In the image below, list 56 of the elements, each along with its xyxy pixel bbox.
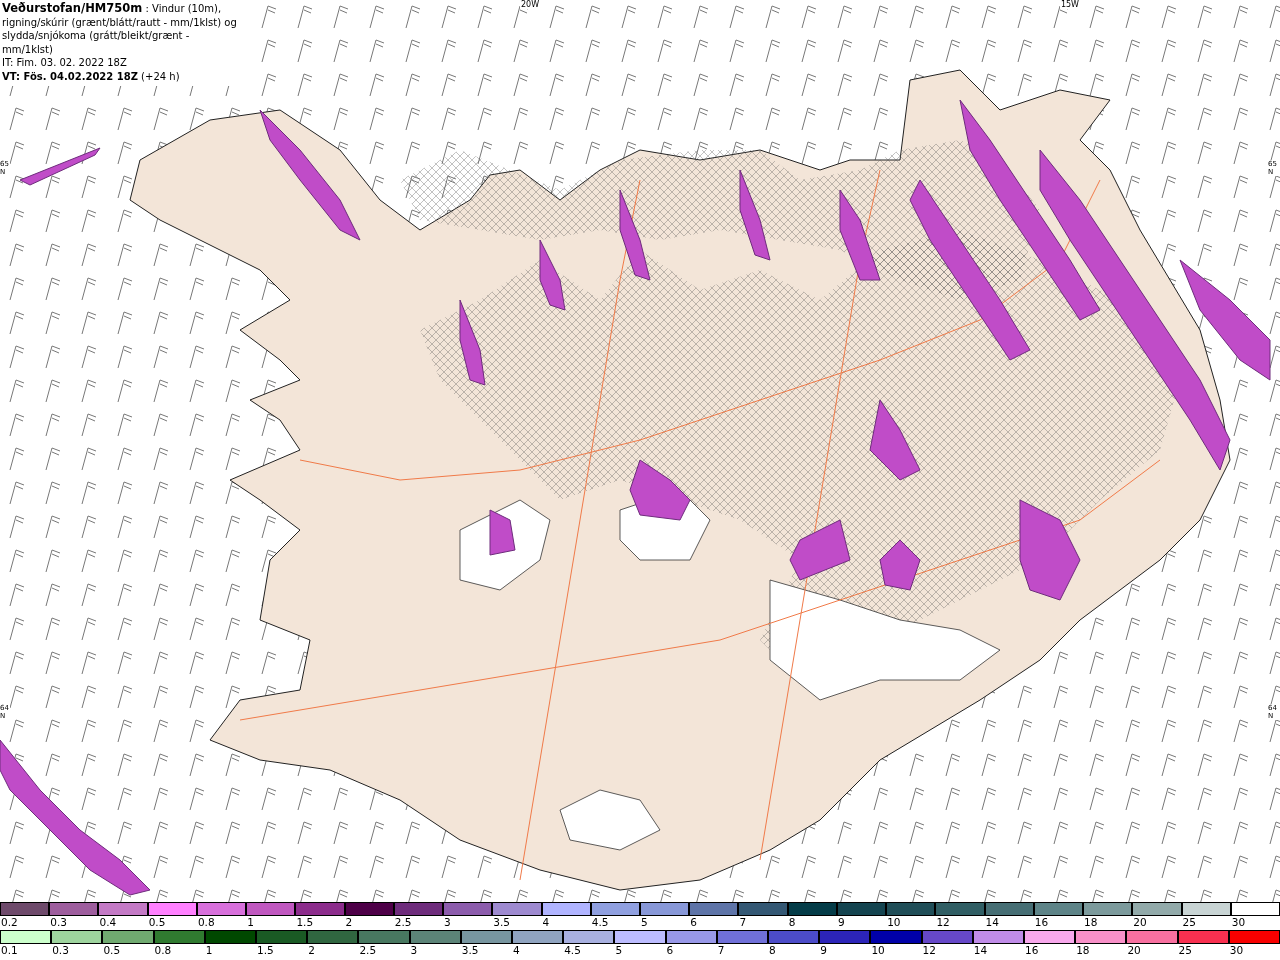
issue-time: IT: Fim. 03. 02. 2022 18Z	[2, 56, 128, 70]
legend-value: 20	[1126, 944, 1142, 957]
legend-value: 4.5	[563, 944, 582, 957]
legend-value: 4	[541, 916, 551, 929]
legend-value: 5	[614, 944, 624, 957]
legend-value: 0.1	[0, 944, 19, 957]
legend-value: 8	[768, 944, 777, 957]
longitude-label: 15W	[1059, 0, 1080, 9]
legend-value: 12	[935, 916, 951, 929]
legend-value: 4	[512, 944, 521, 957]
legend-value: 0.8	[153, 944, 173, 957]
map-description: Veðurstofan/HM750m : Vindur (10m), rigning/skúrir (grænt/blátt/rautt - mm/1klst) og slydda/snjókoma (grátt/bleikt/grænt - mm/1klst)	[2, 2, 238, 56]
legend-value: 8	[787, 916, 797, 929]
legend-value: 1.5	[256, 944, 275, 957]
legend-value: 9	[819, 944, 828, 957]
legend-value: 25	[1177, 944, 1193, 957]
legend-value: 14	[972, 944, 989, 957]
legend-value: 7	[716, 944, 726, 957]
longitude-label: 20W	[520, 0, 541, 9]
legend-value: 0.4	[98, 916, 118, 929]
legend-value: 25	[1181, 916, 1197, 929]
legend-value: 2.5	[358, 944, 378, 957]
legend-value: 14	[984, 916, 1000, 929]
legend-value: 3.5	[492, 916, 511, 929]
legend-value: 16	[1024, 944, 1040, 957]
legend-value: 1	[246, 916, 255, 929]
legend-value: 18	[1075, 944, 1091, 957]
legend-value: 6	[689, 916, 698, 929]
legend-value: 2	[307, 944, 316, 957]
legend-value: 10	[886, 916, 902, 929]
legend-value: 30	[1230, 916, 1247, 929]
legend-value: 6	[665, 944, 675, 957]
legend-value: 0.2	[0, 916, 19, 929]
legend-value: 2.5	[393, 916, 413, 929]
legend-value: 5	[640, 916, 649, 929]
legend-value: 2	[344, 916, 354, 929]
legend-value: 18	[1083, 916, 1099, 929]
valid-time: VT: Fös. 04.02.2022 18Z (+24 h)	[2, 69, 181, 83]
legend-value: 16	[1033, 916, 1050, 929]
legend-value: 1.5	[295, 916, 315, 929]
legend-value: 3	[443, 916, 452, 929]
legend-value: 12	[921, 944, 937, 957]
legend-value: 4.5	[590, 916, 610, 929]
legend-value: 0.3	[51, 944, 70, 957]
legend-value: 0.5	[102, 944, 122, 957]
legend-value: 0.8	[196, 916, 216, 929]
legend-value: 30	[1228, 944, 1245, 957]
legend-value: 10	[870, 944, 886, 957]
legend-value: 9	[836, 916, 846, 929]
legend-value: 1	[204, 944, 214, 957]
legend-value: 3.5	[460, 944, 480, 957]
legend-value: 3	[409, 944, 419, 957]
legend-value: 20	[1132, 916, 1148, 929]
legend-value: 7	[738, 916, 748, 929]
legend-value: 0.3	[49, 916, 68, 929]
legend-value: 0.5	[147, 916, 167, 929]
